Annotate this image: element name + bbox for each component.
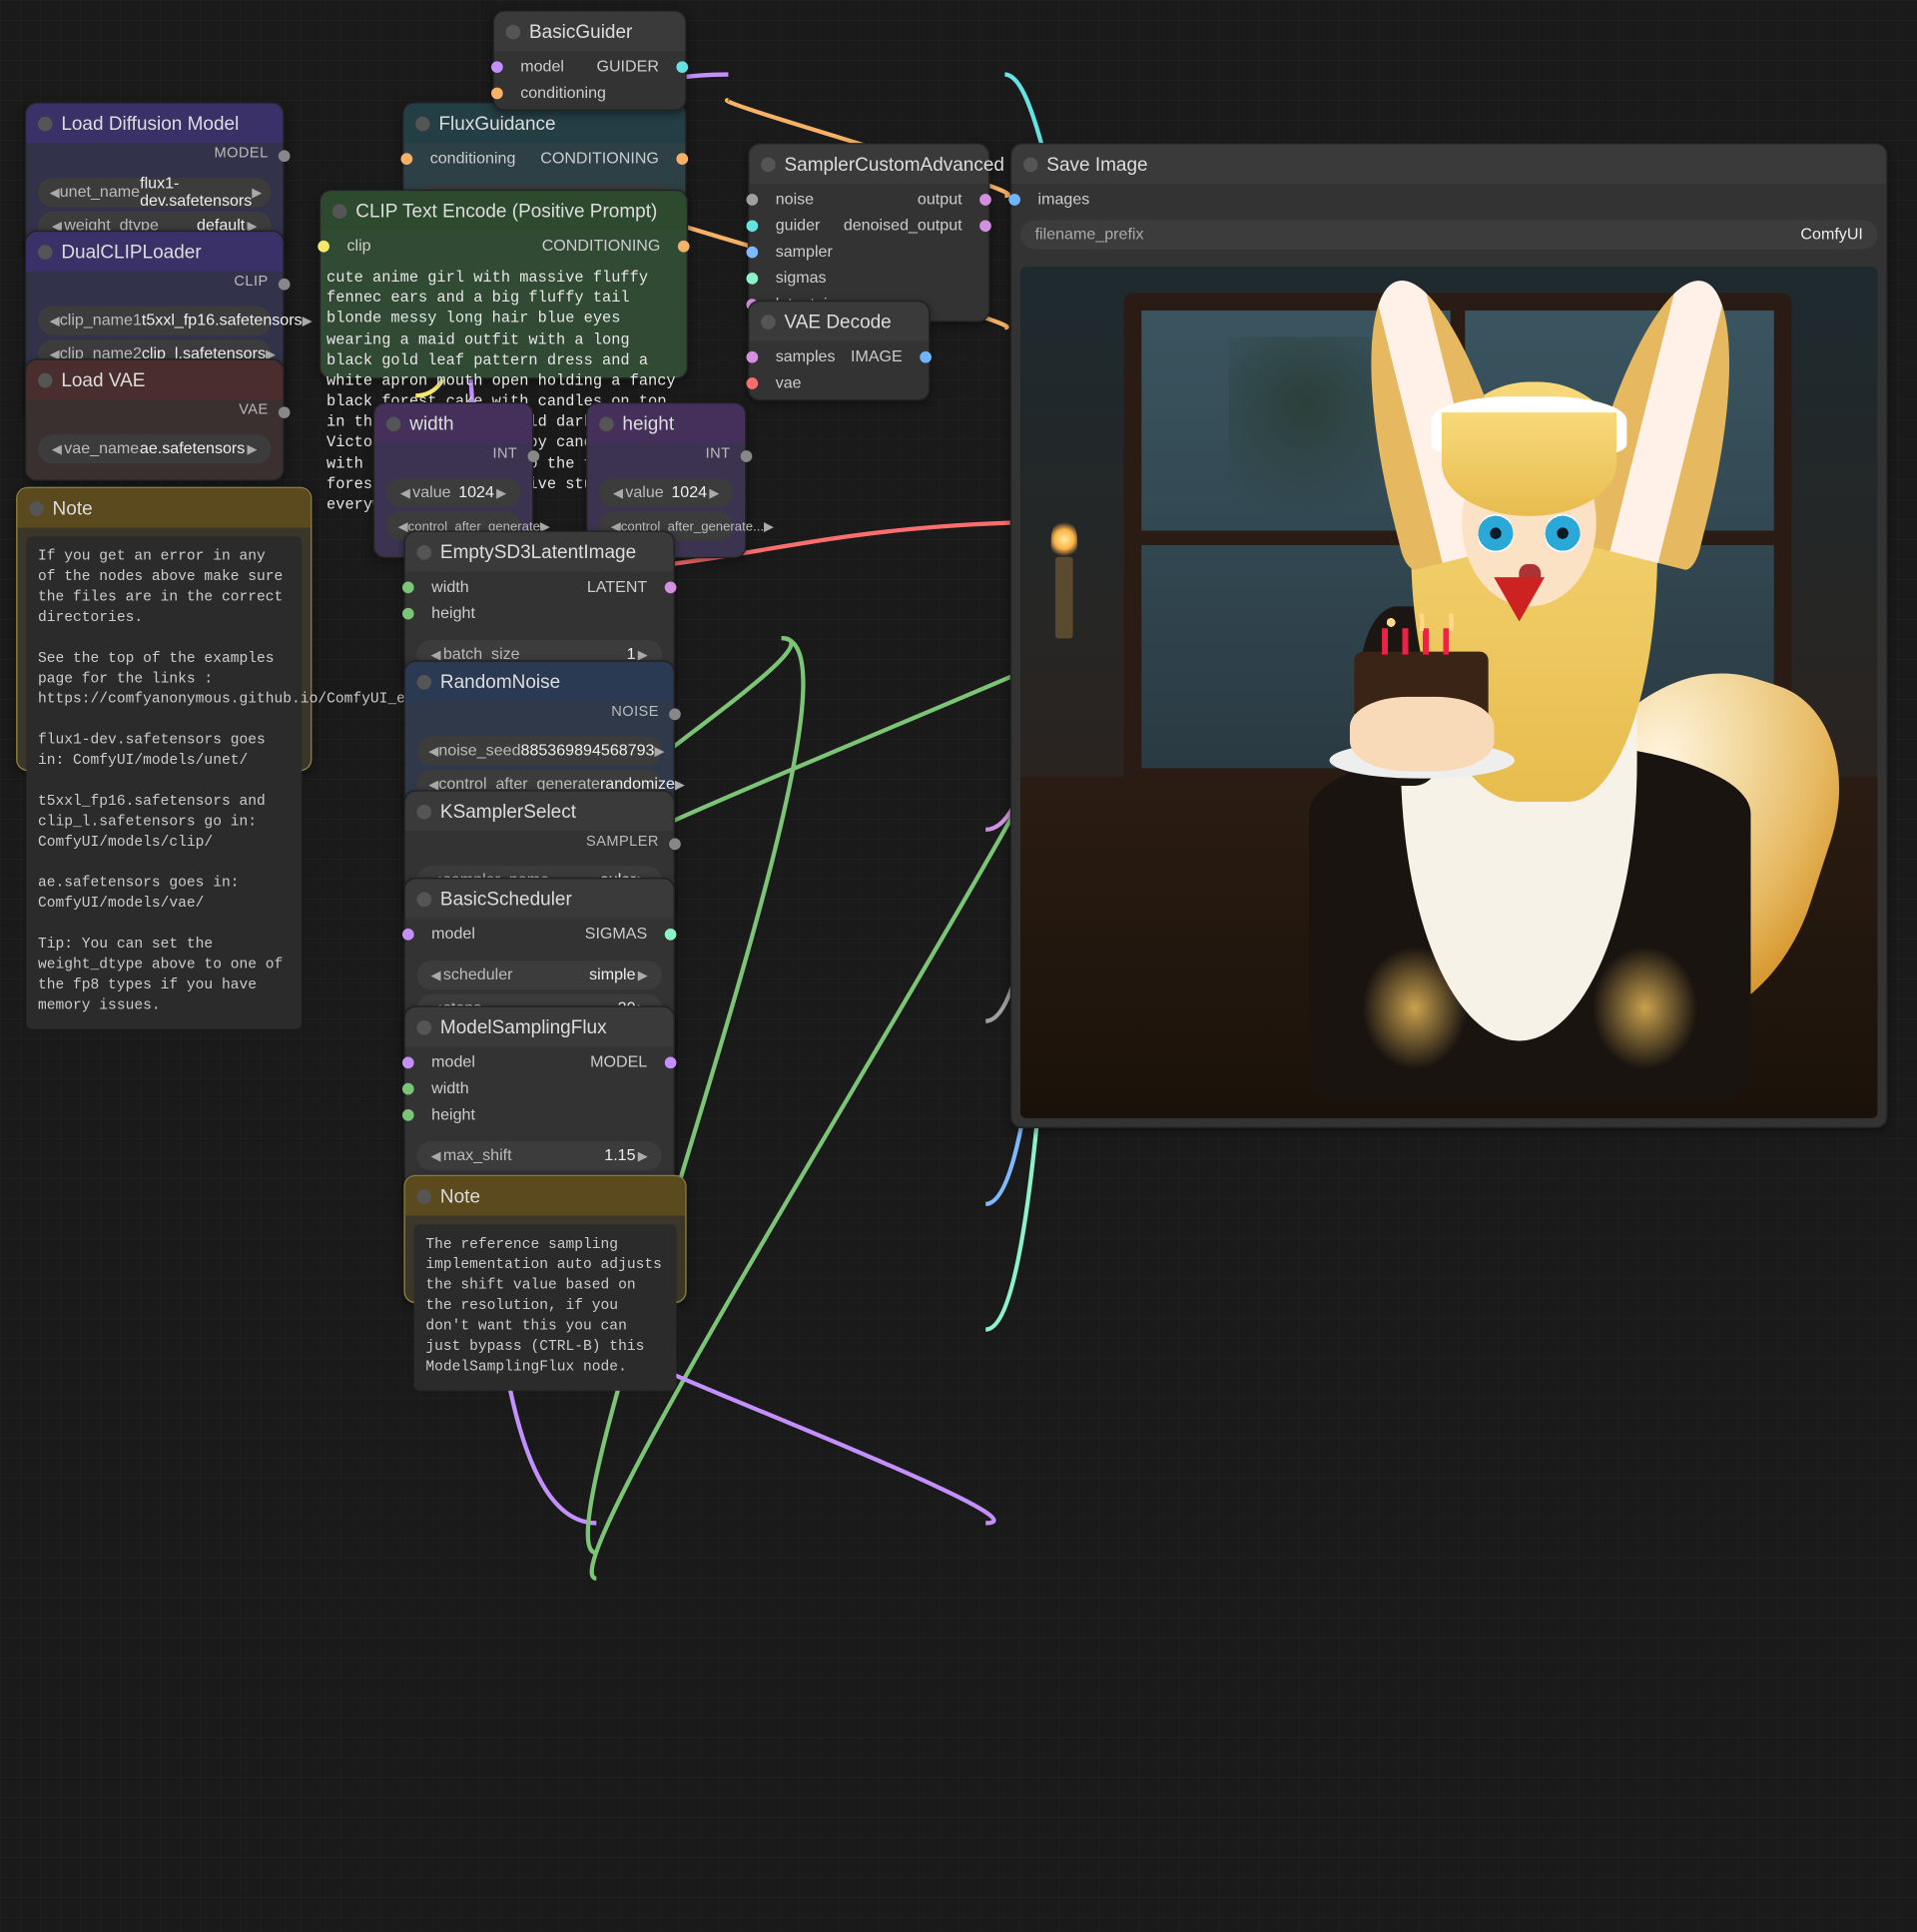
output-output[interactable]: output — [918, 187, 973, 213]
output-tag-noise: NOISE — [405, 701, 674, 726]
node-title[interactable]: RandomNoise — [405, 662, 674, 701]
output-latent[interactable]: LATENT — [587, 574, 659, 600]
input-height[interactable]: height — [419, 601, 658, 627]
input-clip[interactable]: clip — [335, 234, 371, 260]
note-text[interactable]: The reference sampling implementation au… — [414, 1224, 677, 1390]
input-model[interactable]: model — [419, 922, 474, 948]
input-guider[interactable]: guider — [764, 213, 820, 239]
node-note[interactable]: Note If you get an error in any of the n… — [16, 487, 312, 772]
widget-vae-name[interactable]: ◀vae_nameae.safetensors▶ — [38, 434, 272, 463]
node-title[interactable]: ModelSamplingFlux — [405, 1007, 674, 1046]
input-model[interactable]: model — [509, 54, 564, 80]
arrow-left-icon[interactable]: ◀ — [50, 185, 60, 201]
input-height[interactable]: height — [419, 1102, 658, 1128]
node-title[interactable]: EmptySD3LatentImage — [405, 532, 674, 571]
node-title[interactable]: VAE Decode — [749, 302, 929, 340]
input-width[interactable]: width — [419, 1075, 658, 1101]
output-image[interactable]: IMAGE — [851, 344, 914, 370]
node-title[interactable]: DualCLIPLoader — [26, 232, 283, 271]
arrow-right-icon[interactable]: ▶ — [252, 185, 262, 201]
node-title[interactable]: KSamplerSelect — [405, 792, 674, 831]
node-basic-guider[interactable]: BasicGuider model GUIDER conditioning — [492, 10, 686, 111]
output-tag-vae: VAE — [26, 399, 283, 424]
node-sampler-custom-advanced[interactable]: SamplerCustomAdvanced noise output guide… — [748, 143, 989, 322]
input-images[interactable]: images — [1026, 187, 1872, 213]
node-title[interactable]: SamplerCustomAdvanced — [749, 145, 987, 184]
node-title[interactable]: Note — [18, 488, 311, 527]
output-denoised-output[interactable]: denoised_output — [844, 213, 973, 239]
widget-scheduler[interactable]: ◀schedulersimple▶ — [417, 961, 662, 989]
output-conditioning[interactable]: CONDITIONING — [540, 146, 670, 172]
input-sampler[interactable]: sampler — [764, 239, 973, 265]
widget-noise-seed[interactable]: ◀noise_seed885369894568793▶ — [417, 736, 662, 765]
input-model[interactable]: model — [419, 1049, 474, 1075]
input-conditioning[interactable]: conditioning — [509, 80, 671, 106]
node-title[interactable]: CLIP Text Encode (Positive Prompt) — [320, 191, 686, 230]
node-title[interactable]: BasicScheduler — [405, 879, 674, 918]
note-text[interactable]: If you get an error in any of the nodes … — [26, 536, 302, 1028]
output-sigmas[interactable]: SIGMAS — [585, 922, 659, 948]
node-title[interactable]: width — [374, 403, 532, 442]
widget-value[interactable]: ◀value1024▶ — [386, 478, 520, 507]
node-title[interactable]: Load VAE — [26, 360, 283, 399]
node-note[interactable]: Note The reference sampling implementati… — [403, 1175, 686, 1303]
output-guider[interactable]: GUIDER — [596, 54, 670, 80]
output-tag-int: INT — [374, 443, 532, 468]
input-samples[interactable]: samples — [764, 344, 835, 370]
output-image-preview[interactable] — [1020, 267, 1877, 1118]
input-noise[interactable]: noise — [764, 187, 814, 213]
widget-value[interactable]: ◀value1024▶ — [599, 478, 733, 507]
output-tag-clip: CLIP — [26, 272, 283, 297]
node-title[interactable]: Load Diffusion Model — [26, 104, 283, 143]
node-title[interactable]: height — [587, 403, 745, 442]
widget-max-shift[interactable]: ◀max_shift1.15▶ — [417, 1141, 662, 1170]
output-tag-sampler: SAMPLER — [405, 831, 674, 856]
node-save-image[interactable]: Save Image images filename_prefix ComfyU… — [1010, 143, 1888, 1128]
widget-clip-name1[interactable]: ◀clip_name1t5xxl_fp16.safetensors▶ — [38, 307, 272, 335]
input-width[interactable]: width — [419, 574, 468, 600]
output-conditioning[interactable]: CONDITIONING — [542, 234, 672, 260]
node-vae-decode[interactable]: VAE Decode samples IMAGE vae — [748, 301, 931, 401]
output-tag-model: MODEL — [26, 143, 283, 168]
output-tag-int: INT — [587, 443, 745, 468]
node-title[interactable]: Note — [405, 1176, 685, 1215]
node-title[interactable]: Save Image — [1011, 145, 1886, 184]
node-clip-text-encode[interactable]: CLIP Text Encode (Positive Prompt) clip … — [320, 190, 688, 379]
node-load-vae[interactable]: Load VAE VAE ◀vae_nameae.safetensors▶ — [25, 358, 285, 481]
input-conditioning[interactable]: conditioning — [418, 146, 515, 172]
widget-unet-name[interactable]: ◀ unet_name flux1-dev.safetensors ▶ — [38, 178, 272, 207]
node-title[interactable]: BasicGuider — [494, 12, 685, 51]
widget-filename-prefix[interactable]: filename_prefix ComfyUI — [1020, 220, 1877, 249]
output-model[interactable]: MODEL — [590, 1049, 659, 1075]
input-sigmas[interactable]: sigmas — [764, 266, 973, 292]
input-vae[interactable]: vae — [764, 370, 914, 396]
